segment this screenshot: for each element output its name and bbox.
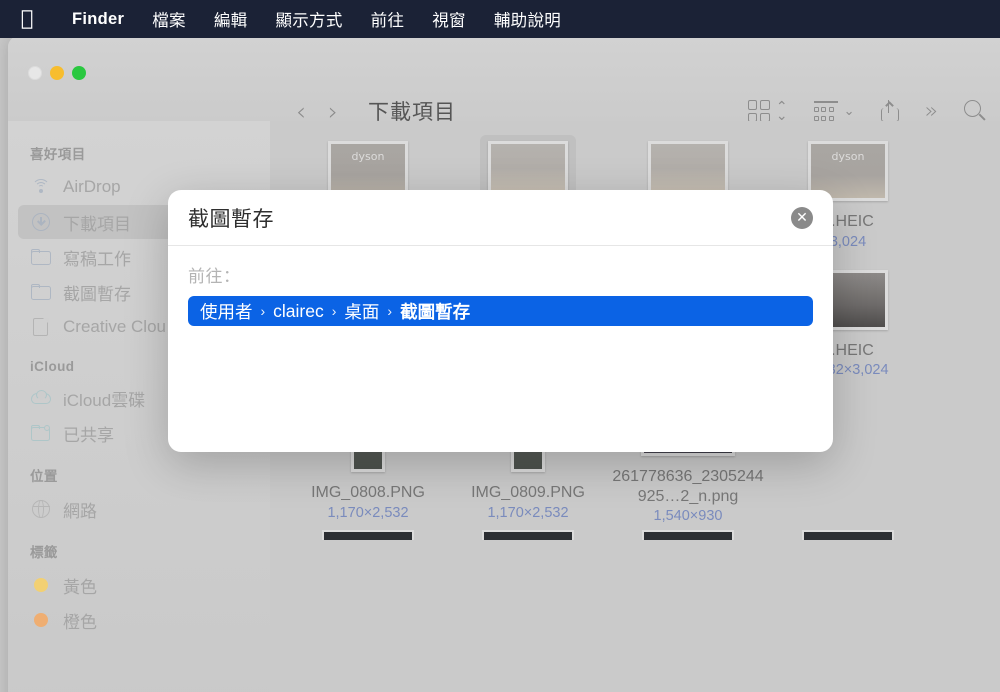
group-by-icon[interactable] <box>813 101 838 121</box>
file-thumbnail <box>322 530 414 541</box>
cloud-icon <box>30 387 52 409</box>
path-segment-current: 截圖暫存 <box>400 301 471 322</box>
menu-bar:  Finder 檔案 編輯 顯示方式 前往 視窗 輔助說明 <box>0 0 1000 38</box>
toolbar-actions: ⌃ ⌄ ⌄ » <box>747 99 1000 124</box>
download-icon <box>30 211 52 233</box>
sidebar-item-tag-orange[interactable]: 橙色 <box>18 603 260 637</box>
sidebar-section-tags: 標籤 <box>30 545 58 560</box>
minimize-window-button[interactable] <box>50 66 64 80</box>
dialog-body: 前往： 使用者 › clairec › 桌面 › 截圖暫存 <box>168 246 833 326</box>
close-window-button[interactable] <box>28 66 42 80</box>
close-icon[interactable]: ✕ <box>791 206 813 229</box>
sidebar-item-label: 下載項目 <box>63 214 131 234</box>
chevron-right-icon[interactable]: › <box>328 99 338 124</box>
group-by-control[interactable]: ⌄ <box>813 101 855 121</box>
dialog-title: 截圖暫存 <box>188 207 274 231</box>
menu-item-edit[interactable]: 編輯 <box>200 5 262 33</box>
sidebar-item-label: 橙色 <box>63 612 97 632</box>
airdrop-icon <box>30 176 52 198</box>
file-thumbnail <box>482 530 574 541</box>
file-item[interactable] <box>608 530 768 541</box>
sidebar-item-label: Creative Clou <box>63 317 166 336</box>
file-dimensions: 1,170×2,532 <box>487 504 569 521</box>
path-separator-icon: › <box>260 303 266 319</box>
sidebar-item-label: 寫稿工作 <box>63 249 131 269</box>
dialog-header: 截圖暫存 ✕ <box>168 190 833 246</box>
path-separator-icon: › <box>331 303 337 319</box>
sidebar-section-favorites: 喜好項目 <box>30 147 86 162</box>
menu-item-go[interactable]: 前往 <box>357 5 419 33</box>
tag-dot-icon <box>34 613 48 627</box>
maximize-window-button[interactable] <box>72 66 86 80</box>
file-name: IMG_0808.PNG <box>311 484 425 502</box>
file-item[interactable] <box>768 530 928 541</box>
sidebar-item-label: iCloud雲碟 <box>63 390 146 410</box>
goto-label: 前往： <box>188 267 241 286</box>
sidebar-item-label: 已共享 <box>63 425 114 445</box>
chevron-updown-icon[interactable]: ⌃ ⌄ <box>776 100 788 122</box>
screen:  Finder 檔案 編輯 顯示方式 前往 視窗 輔助說明 ‹ › 下載項目 <box>0 0 1000 692</box>
menu-item-help[interactable]: 輔助說明 <box>480 5 575 33</box>
sidebar-item-label: 黃色 <box>63 577 97 597</box>
document-icon <box>30 316 52 338</box>
icon-view-grid-icon[interactable] <box>747 100 770 122</box>
file-dimensions: 1,170×2,532 <box>327 504 409 521</box>
sidebar-item-label: 網路 <box>63 501 97 521</box>
sidebar-section-locations: 位置 <box>30 469 58 484</box>
menu-item-window[interactable]: 視窗 <box>418 5 480 33</box>
file-name: IMG_0809.PNG <box>471 484 585 502</box>
folder-icon <box>30 281 52 303</box>
path-separator-icon: › <box>387 303 393 319</box>
window-titlebar: ‹ › 下載項目 ⌃ ⌄ ⌄ » <box>8 36 1000 124</box>
file-row-partial <box>270 530 1000 541</box>
apple-logo-icon[interactable]:  <box>14 4 40 34</box>
file-thumbnail <box>642 530 734 541</box>
chevron-left-icon[interactable]: ‹ <box>296 99 306 124</box>
sidebar-item-label: 截圖暫存 <box>63 284 131 304</box>
brand-watermark: dyson <box>351 150 385 163</box>
traffic-lights <box>28 66 86 80</box>
menu-item-finder[interactable]: Finder <box>58 8 138 31</box>
tag-dot-icon <box>34 578 48 592</box>
file-name: 261778636_2305244925…2_n.png <box>612 468 764 505</box>
globe-icon <box>30 498 52 520</box>
brand-watermark: dyson <box>831 150 865 163</box>
folder-icon <box>30 246 52 268</box>
path-segment: 使用者 <box>200 301 253 322</box>
path-suggestion-row[interactable]: 使用者 › clairec › 桌面 › 截圖暫存 <box>188 296 813 326</box>
file-dimensions: 1,540×930 <box>653 508 723 525</box>
chevron-down-icon[interactable]: ⌄ <box>844 103 855 119</box>
sidebar-item-label: AirDrop <box>63 177 121 196</box>
file-item[interactable] <box>448 530 608 541</box>
navigation-buttons: ‹ › <box>296 99 338 124</box>
view-mode-control[interactable]: ⌃ ⌄ <box>747 100 788 122</box>
path-segment: 桌面 <box>344 301 380 322</box>
search-icon[interactable] <box>964 100 986 122</box>
double-chevron-right-icon[interactable]: » <box>925 99 938 124</box>
path-segment: clairec <box>273 300 324 321</box>
menu-item-file[interactable]: 檔案 <box>138 5 200 33</box>
shared-folder-icon <box>30 422 52 444</box>
sidebar-item-tag-yellow[interactable]: 黃色 <box>18 568 260 602</box>
share-icon[interactable] <box>880 100 899 122</box>
file-thumbnail <box>802 530 894 541</box>
go-to-folder-dialog: 截圖暫存 ✕ 前往： 使用者 › clairec › 桌面 › 截圖暫存 <box>168 190 833 452</box>
menu-item-view[interactable]: 顯示方式 <box>261 5 356 33</box>
sidebar-item-network[interactable]: 網路 <box>18 492 260 526</box>
file-item[interactable] <box>288 530 448 541</box>
